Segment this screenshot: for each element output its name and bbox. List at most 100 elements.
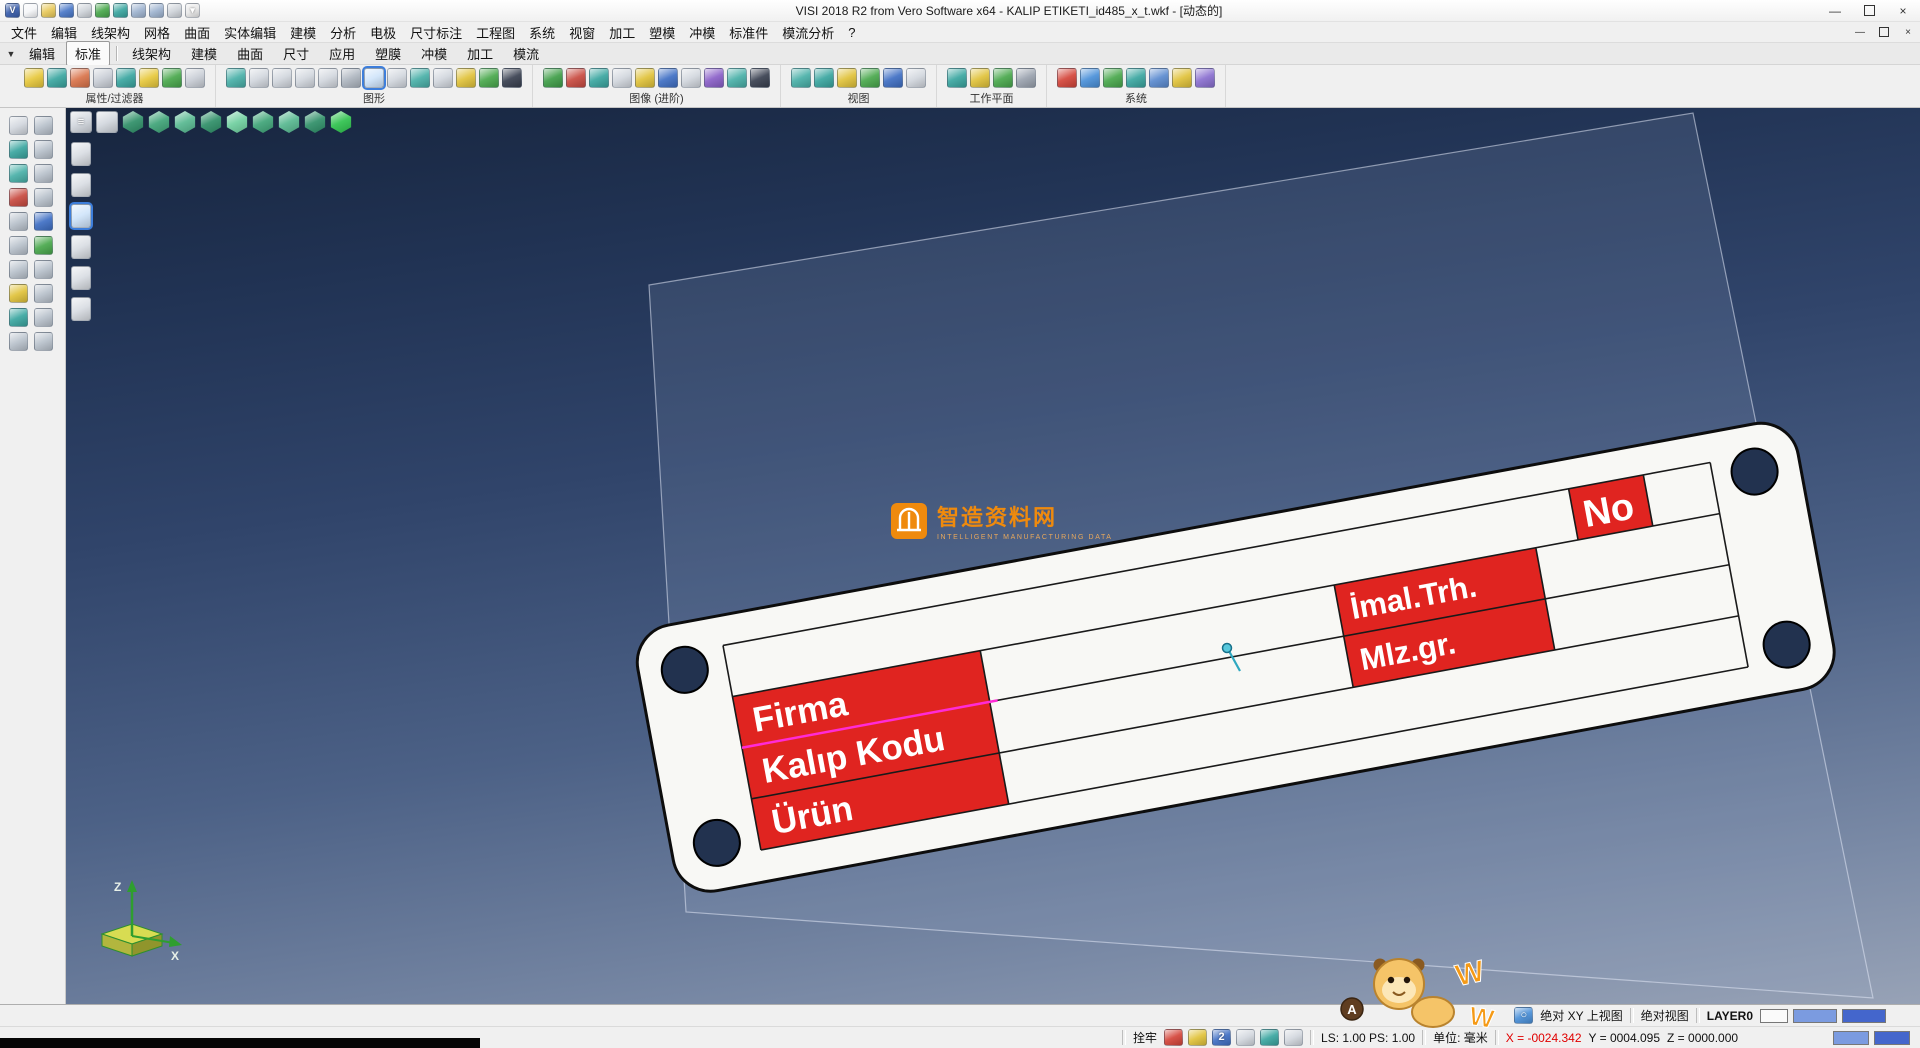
layer-filter-icon[interactable] — [93, 68, 113, 88]
tab-edit[interactable]: 编辑 — [20, 41, 64, 66]
undo-icon[interactable] — [131, 3, 146, 18]
previous-view-icon[interactable] — [502, 68, 522, 88]
scissors-trim-icon[interactable] — [34, 116, 53, 135]
color-filter-icon[interactable] — [70, 68, 90, 88]
view-ref-label[interactable]: 绝对视图 — [1641, 1007, 1689, 1024]
tab-molding[interactable]: 塑膜 — [366, 41, 410, 66]
menu-electrode[interactable]: 电极 — [363, 22, 403, 43]
tab-moldflow[interactable]: 模流 — [504, 41, 548, 66]
web-status-icon[interactable] — [1260, 1029, 1279, 1046]
snap-mode-label[interactable]: 拴牢 — [1133, 1029, 1157, 1046]
intersect-icon[interactable] — [9, 308, 28, 327]
shaded-display-icon[interactable] — [364, 68, 384, 88]
attribute-brush-icon[interactable] — [47, 68, 67, 88]
dynamic-rotate-icon[interactable] — [410, 68, 430, 88]
viewport-3d[interactable]: No Firma Kalıp Kodu Ürün İmal.Trh. Mlz.g… — [66, 108, 1920, 1004]
menu-modeling[interactable]: 建模 — [283, 22, 323, 43]
tab-standard[interactable]: 标准 — [66, 41, 110, 66]
hidden-line-icon[interactable] — [387, 68, 407, 88]
clip-plane-1-icon[interactable] — [71, 142, 91, 166]
capture-image-icon[interactable] — [727, 68, 747, 88]
mirror-icon[interactable] — [34, 164, 53, 183]
open-file-icon[interactable] — [41, 3, 56, 18]
reset-filter-icon[interactable] — [185, 68, 205, 88]
tab-wireframe[interactable]: 线架构 — [123, 41, 180, 66]
clipboard-view-1-icon[interactable] — [249, 68, 269, 88]
transparent-cube-icon[interactable] — [226, 111, 248, 133]
printer-status-icon[interactable] — [1236, 1029, 1255, 1046]
tab-dimension[interactable]: 尺寸 — [274, 41, 318, 66]
hatch-icon[interactable] — [9, 332, 28, 351]
select-arrow-icon[interactable] — [9, 116, 28, 135]
texture-icon[interactable] — [612, 68, 632, 88]
workplane-toggle-icon[interactable] — [993, 68, 1013, 88]
measure-icon[interactable] — [34, 188, 53, 207]
pan-view-icon[interactable] — [433, 68, 453, 88]
zoom-fit-cube-icon[interactable] — [330, 111, 352, 133]
clip-plane-2-icon[interactable] — [71, 173, 91, 197]
quick-access-dropdown-icon[interactable]: ▾ — [185, 3, 200, 18]
grid-toggle-icon[interactable] — [1188, 1029, 1207, 1046]
shadow-toggle-icon[interactable] — [566, 68, 586, 88]
menu-system[interactable]: 系统 — [522, 22, 562, 43]
tab-machining[interactable]: 加工 — [458, 41, 502, 66]
zoom-window-icon[interactable] — [456, 68, 476, 88]
aux-swatch-1[interactable] — [1833, 1031, 1869, 1045]
world-settings-icon[interactable] — [1126, 68, 1146, 88]
ortho-toggle-icon[interactable]: 2 — [1212, 1029, 1231, 1046]
menu-dimension[interactable]: 尺寸标注 — [403, 22, 469, 43]
workplane-align-icon[interactable] — [970, 68, 990, 88]
light-icon[interactable] — [635, 68, 655, 88]
advanced-render-icon[interactable] — [750, 68, 770, 88]
perspective-cube-icon[interactable] — [304, 111, 326, 133]
wireframe-cube-icon[interactable] — [148, 111, 170, 133]
stats-status-icon[interactable] — [1284, 1029, 1303, 1046]
extend-icon[interactable] — [34, 284, 53, 303]
view-color-swatch[interactable] — [1842, 1009, 1886, 1023]
menu-edit[interactable]: 编辑 — [44, 22, 84, 43]
export-model-icon[interactable] — [113, 3, 128, 18]
element-properties-icon[interactable] — [24, 68, 44, 88]
hidden-line-cube-icon[interactable] — [174, 111, 196, 133]
minimize-button[interactable]: — — [1818, 0, 1852, 21]
viewport-menu-icon[interactable]: ≡ — [70, 111, 92, 133]
info-icon[interactable] — [34, 332, 53, 351]
point-icon[interactable] — [9, 212, 28, 231]
arc-icon[interactable] — [34, 236, 53, 255]
system-monitor-icon[interactable] — [1080, 68, 1100, 88]
tab-application[interactable]: 应用 — [320, 41, 364, 66]
child-close-button[interactable]: × — [1896, 22, 1920, 42]
zoom-extents-icon[interactable] — [479, 68, 499, 88]
shaded-edges-cube-icon[interactable] — [200, 111, 222, 133]
quick-filter-icon[interactable] — [139, 68, 159, 88]
toolbar-dropdown-icon[interactable]: ▼ — [3, 49, 19, 59]
visi-logo-icon[interactable]: V — [5, 3, 20, 18]
rotate-icon[interactable] — [9, 164, 28, 183]
child-minimize-button[interactable]: — — [1848, 22, 1872, 42]
snap-settings-icon[interactable] — [1172, 68, 1192, 88]
close-button[interactable]: × — [1886, 0, 1920, 21]
view-front-icon[interactable] — [883, 68, 903, 88]
view-mode-label[interactable]: 绝对 XY 上视图 — [1540, 1007, 1622, 1024]
database-icon[interactable] — [1103, 68, 1123, 88]
shaded-cube-icon[interactable] — [122, 111, 144, 133]
delete-icon[interactable] — [9, 188, 28, 207]
clipboard-view-3-icon[interactable] — [295, 68, 315, 88]
copy-icon[interactable] — [34, 140, 53, 159]
help-icon[interactable] — [167, 3, 182, 18]
menu-machining[interactable]: 加工 — [602, 22, 642, 43]
refresh-view-icon[interactable] — [226, 68, 246, 88]
zoom-status-icon[interactable]: ○ — [1514, 1007, 1533, 1024]
menu-analysis[interactable]: 分析 — [323, 22, 363, 43]
maximize-button[interactable] — [1852, 0, 1886, 21]
menu-help[interactable]: ? — [841, 22, 862, 43]
project-icon[interactable] — [34, 308, 53, 327]
menu-drawing[interactable]: 工程图 — [469, 22, 522, 43]
workplane-color-swatch[interactable] — [1793, 1009, 1837, 1023]
clip-plane-3-icon[interactable] — [71, 204, 91, 228]
menu-mesh[interactable]: 网格 — [137, 22, 177, 43]
clipboard-view-2-icon[interactable] — [272, 68, 292, 88]
wireframe-display-icon[interactable] — [341, 68, 361, 88]
color-palette-icon[interactable] — [1057, 68, 1077, 88]
section-cube-icon[interactable] — [252, 111, 274, 133]
